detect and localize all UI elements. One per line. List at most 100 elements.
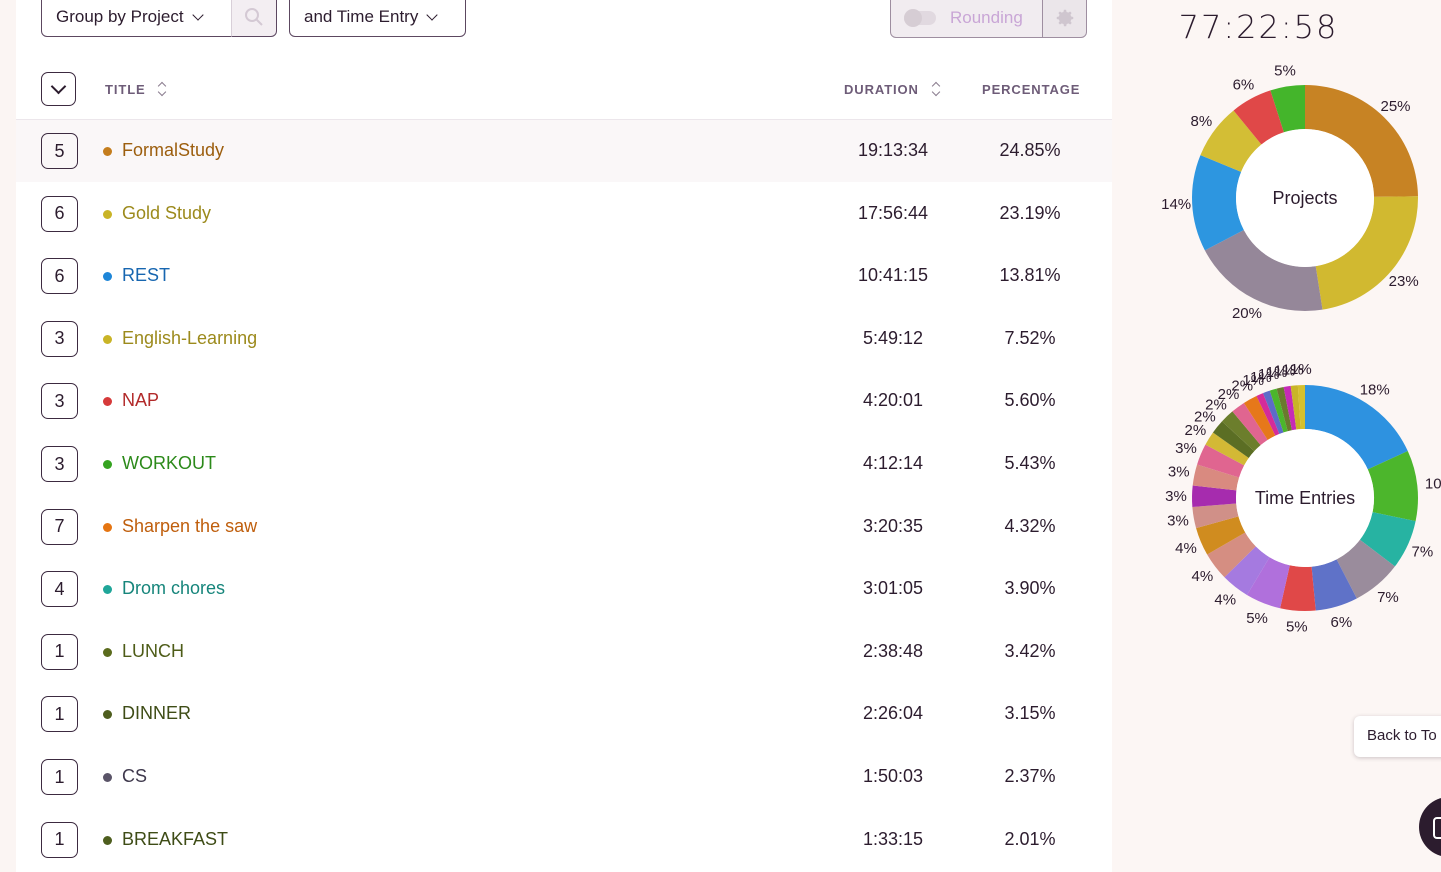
secondary-group-label: and Time Entry: [304, 7, 419, 26]
table-row[interactable]: 3 NAP 4:20:01 5.60%: [16, 370, 1112, 432]
slice-percentage-label: 5%: [1246, 610, 1268, 627]
project-color-dot: [103, 522, 112, 532]
slice-percentage-label: 6%: [1330, 614, 1352, 631]
slice-percentage-label: 25%: [1380, 98, 1410, 115]
table-header: TITLE DURATION PERCENTAGE: [16, 60, 1112, 120]
chevron-down-icon: [426, 9, 438, 21]
slice-percentage-label: 10: [1425, 476, 1441, 493]
project-title[interactable]: LUNCH: [122, 641, 184, 662]
entry-count-badge[interactable]: 1: [41, 821, 78, 858]
table-row[interactable]: 7 Sharpen the saw 3:20:35 4.32%: [16, 496, 1112, 558]
table-row[interactable]: 4 Drom chores 3:01:05 3.90%: [16, 558, 1112, 620]
group-by-dropdown[interactable]: Group by Project: [41, 0, 232, 37]
slice-percentage-label: 1%: [1290, 361, 1312, 378]
title-column-header[interactable]: TITLE: [105, 82, 146, 97]
project-color-dot: [103, 773, 112, 782]
expand-all-button[interactable]: [41, 72, 76, 106]
table-row[interactable]: 6 Gold Study 17:56:44 23.19%: [16, 183, 1112, 245]
percentage-value: 7.52%: [1004, 327, 1056, 348]
slice-percentage-label: 7%: [1411, 544, 1433, 561]
table-row[interactable]: 1 LUNCH 2:38:48 3.42%: [16, 621, 1112, 683]
chart-title: Projects: [1272, 188, 1337, 208]
entry-count-badge[interactable]: 3: [41, 320, 78, 357]
percentage-value: 24.85%: [999, 140, 1061, 160]
table-row[interactable]: 3 English-Learning 5:49:12 7.52%: [16, 308, 1112, 370]
project-title[interactable]: REST: [122, 265, 170, 286]
slice-percentage-label: 20%: [1232, 305, 1262, 322]
slice-percentage-label: 7%: [1377, 589, 1399, 606]
chevron-down-icon: [50, 78, 67, 95]
duration-column-header[interactable]: DURATION: [844, 82, 919, 97]
slice-percentage-label: 14%: [1161, 196, 1191, 213]
entry-count-badge[interactable]: 3: [41, 383, 78, 420]
slice-percentage-label: 3%: [1165, 488, 1187, 505]
secondary-group-dropdown[interactable]: and Time Entry: [289, 0, 466, 37]
slice-percentage-label: 3%: [1175, 440, 1197, 457]
percentage-value: 13.81%: [999, 265, 1061, 286]
rounding-label: Rounding: [950, 7, 1023, 27]
project-title[interactable]: FormalStudy: [122, 140, 224, 161]
chart-title: Time Entries: [1255, 488, 1355, 508]
total-time: 77:22:58: [1178, 8, 1339, 46]
entry-count-badge[interactable]: 3: [41, 446, 78, 482]
project-title[interactable]: WORKOUT: [122, 453, 216, 474]
project-color-dot: [103, 147, 112, 156]
slice-percentage-label: 23%: [1389, 273, 1419, 290]
entry-count-badge[interactable]: 1: [41, 696, 78, 733]
entry-count-badge[interactable]: 4: [41, 571, 78, 608]
time-entries-donut-chart: 18%107%7%6%5%5%4%4%4%3%3%3%3%2%2%2%2%2%1…: [1165, 361, 1441, 636]
rounding-settings-button[interactable]: [1042, 0, 1087, 38]
slice-percentage-label: 4%: [1175, 540, 1197, 557]
project-title[interactable]: NAP: [122, 390, 159, 411]
project-title[interactable]: DINNER: [122, 703, 191, 724]
search-icon: [245, 8, 263, 26]
percentage-value: 3.90%: [1004, 578, 1056, 599]
entry-count-badge[interactable]: 7: [41, 508, 78, 545]
project-title[interactable]: Gold Study: [122, 203, 211, 224]
percentage-value: 4.32%: [1004, 515, 1056, 536]
slice-percentage-label: 6%: [1233, 77, 1255, 94]
search-button[interactable]: [231, 0, 277, 37]
entry-count-badge[interactable]: 5: [41, 133, 78, 169]
gear-icon: [1056, 9, 1073, 26]
project-color-dot: [103, 585, 112, 595]
project-color-dot: [103, 397, 112, 407]
project-title[interactable]: BREAKFAST: [122, 829, 228, 850]
table-row[interactable]: 1 BREAKFAST 1:33:15 2.01%: [16, 809, 1112, 871]
table-row[interactable]: 1 CS 1:50:03 2.37%: [16, 746, 1112, 808]
percentage-value: 5.43%: [1004, 453, 1056, 473]
slice-percentage-label: 3%: [1168, 464, 1190, 481]
entry-count-badge[interactable]: 1: [41, 633, 78, 670]
entry-count-badge[interactable]: 1: [41, 759, 78, 795]
table-row[interactable]: 5 FormalStudy 19:13:34 24.85%: [16, 120, 1112, 182]
table-row[interactable]: 6 REST 10:41:15 13.81%: [16, 245, 1112, 307]
slice-percentage-label: 18%: [1360, 381, 1390, 398]
percentage-value: 3.15%: [1004, 703, 1056, 724]
project-color-dot: [103, 209, 112, 219]
percentage-value: 23.19%: [999, 202, 1061, 223]
percentage-column-header[interactable]: PERCENTAGE: [982, 82, 1080, 97]
table-row[interactable]: 1 DINNER 2:26:04 3.15%: [16, 683, 1112, 745]
project-color-dot: [103, 460, 112, 469]
chevron-down-icon: [191, 9, 204, 21]
sort-icon[interactable]: [157, 80, 167, 98]
chat-icon: [1433, 817, 1441, 839]
group-by-label: Group by Project: [56, 7, 184, 26]
project-title[interactable]: Drom chores: [122, 578, 225, 599]
percentage-value: 2.37%: [1004, 766, 1056, 786]
toggle-switch[interactable]: [904, 8, 936, 27]
table-row[interactable]: 3 WORKOUT 4:12:14 5.43%: [16, 433, 1112, 495]
project-title[interactable]: CS: [122, 766, 147, 787]
entry-count-badge[interactable]: 6: [41, 195, 78, 232]
percentage-value: 3.42%: [1004, 640, 1056, 661]
entry-count-badge[interactable]: 6: [41, 258, 78, 295]
project-color-dot: [103, 334, 112, 344]
project-title[interactable]: English-Learning: [122, 328, 257, 349]
percentage-value: 2.01%: [1004, 828, 1056, 849]
project-color-dot: [103, 710, 112, 720]
sort-icon[interactable]: [931, 80, 941, 98]
rounding-toggle[interactable]: Rounding: [890, 0, 1043, 38]
back-to-top-button[interactable]: Back to To: [1354, 716, 1441, 757]
slice-percentage-label: 4%: [1214, 591, 1236, 608]
project-title[interactable]: Sharpen the saw: [122, 516, 257, 537]
